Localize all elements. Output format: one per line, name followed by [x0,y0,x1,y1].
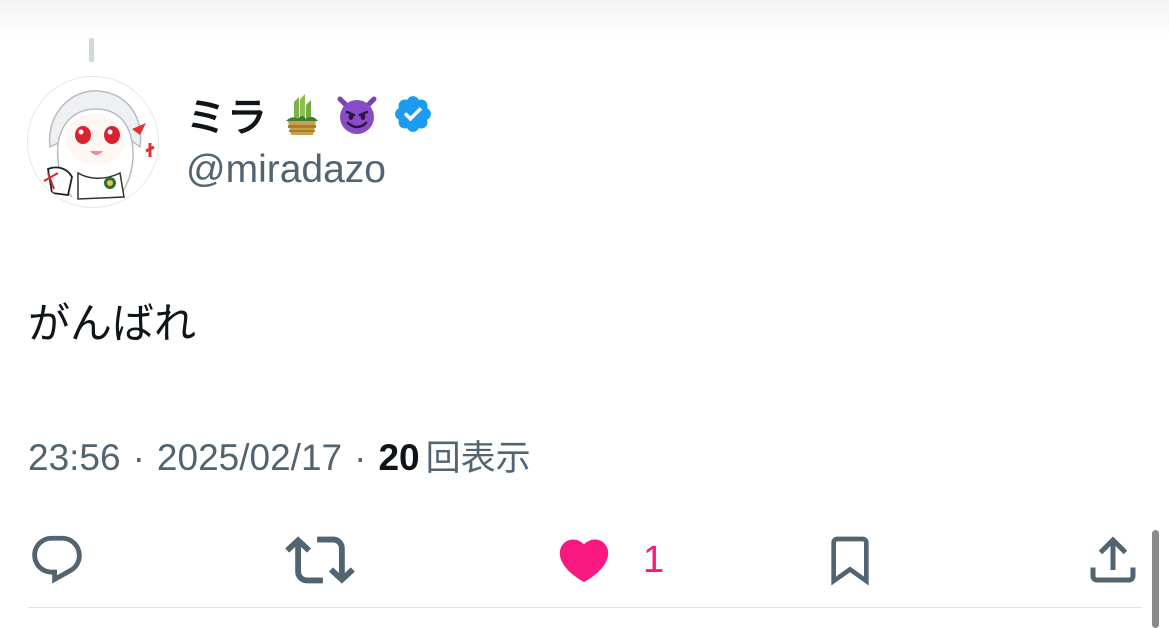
previous-content-fade [0,0,1169,38]
like-count[interactable]: 1 [643,539,664,582]
tweet-action-bar: 1 [0,520,1169,600]
retweet-icon [285,536,355,584]
avatar-image [28,77,158,207]
tweet-time[interactable]: 23:56 [28,437,121,479]
reply-icon [32,535,82,584]
kadomatsu-emoji-icon [278,91,324,137]
meta-separator: · [354,437,367,478]
smiling-imp-emoji-icon [334,91,380,137]
thread-connector-line [89,38,94,62]
meta-separator: · [132,437,145,478]
heart-icon [559,539,609,583]
bottom-divider [28,607,1142,608]
bookmark-icon [831,536,869,586]
display-name[interactable]: ミラ [186,85,268,143]
tweet-detail-page: ミラ @miradazo がんばれ 23:56 · 2025/02/17 · 2… [0,0,1169,628]
tweet-meta: 23:56 · 2025/02/17 · 20 回表示 [28,430,531,481]
avatar[interactable] [27,76,159,208]
share-button[interactable] [1083,520,1143,600]
views-count[interactable]: 20 [378,437,419,479]
like-button[interactable]: 1 [555,520,664,600]
author-handle[interactable]: @miradazo [186,148,386,192]
scrollbar[interactable] [1152,530,1159,628]
reply-button[interactable] [28,520,86,600]
share-icon [1090,536,1136,583]
tweet-date[interactable]: 2025/02/17 [157,437,342,479]
bookmark-button[interactable] [822,520,878,600]
retweet-button[interactable] [285,520,355,600]
views-label[interactable]: 回表示 [426,430,531,481]
author-name-row[interactable]: ミラ [186,84,434,144]
verified-badge-icon[interactable] [392,93,434,135]
tweet-text: がんばれ [28,299,197,348]
